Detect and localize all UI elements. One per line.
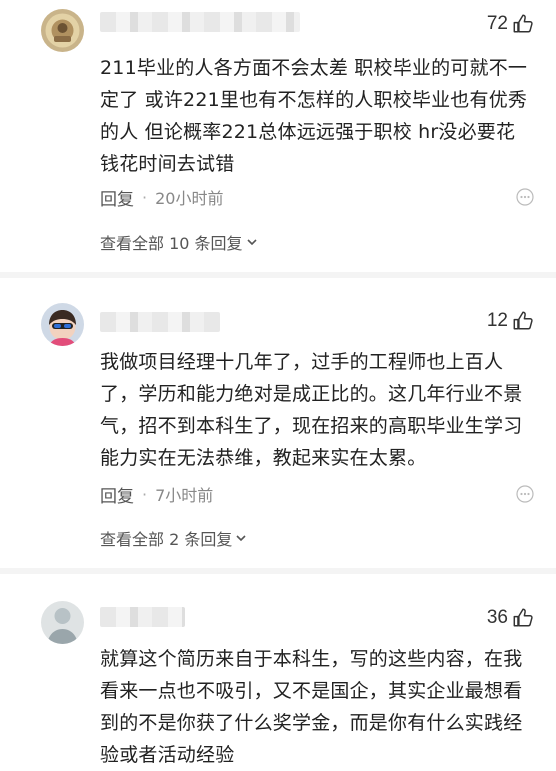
divider bbox=[0, 568, 556, 574]
separator-dot: · bbox=[142, 187, 148, 207]
reply-button[interactable]: 回复 bbox=[100, 482, 134, 507]
chevron-down-icon bbox=[246, 239, 257, 246]
avatar[interactable] bbox=[41, 303, 84, 346]
like-button[interactable]: 12 bbox=[487, 309, 534, 333]
divider bbox=[0, 272, 556, 278]
more-icon[interactable] bbox=[516, 485, 534, 503]
username[interactable] bbox=[100, 312, 220, 332]
avatar[interactable] bbox=[41, 601, 84, 644]
chevron-down-icon bbox=[236, 535, 246, 542]
thumb-up-icon[interactable] bbox=[512, 13, 534, 35]
separator-dot: · bbox=[142, 484, 148, 504]
comment-meta: 回复 · 20小时前 bbox=[100, 185, 224, 210]
comment-text: 211毕业的人各方面不会太差 职校毕业的可就不一定了 或许221里也有不怎样的人… bbox=[100, 57, 528, 175]
username[interactable] bbox=[100, 12, 300, 32]
more-icon[interactable] bbox=[516, 188, 534, 206]
like-count: 12 bbox=[486, 310, 508, 331]
like-button[interactable]: 36 bbox=[487, 606, 534, 630]
username[interactable] bbox=[100, 607, 185, 627]
like-count: 72 bbox=[486, 13, 508, 34]
thumb-up-icon[interactable] bbox=[512, 310, 534, 332]
like-button[interactable]: 72 bbox=[487, 12, 534, 36]
reply-button[interactable]: 回复 bbox=[100, 185, 134, 210]
thumb-up-icon[interactable] bbox=[512, 607, 534, 629]
view-all-replies[interactable]: 查看全部 2 条回复 bbox=[100, 527, 247, 549]
view-all-replies[interactable]: 查看全部 10 条回复 bbox=[100, 231, 258, 253]
avatar[interactable] bbox=[41, 9, 84, 52]
comment-text: 就算这个简历来自于本科生，写的这些内容，在我看来一点也不吸引，又不是国企，其实企… bbox=[100, 648, 523, 766]
like-count: 36 bbox=[486, 607, 508, 628]
comment-text: 我做项目经理十几年了，过手的工程师也上百人了，学历和能力绝对是成正比的。这几年行… bbox=[100, 351, 523, 469]
comment-meta: 回复 · 7小时前 bbox=[100, 482, 214, 507]
timestamp: 20小时前 bbox=[155, 189, 224, 208]
timestamp: 7小时前 bbox=[155, 486, 214, 505]
